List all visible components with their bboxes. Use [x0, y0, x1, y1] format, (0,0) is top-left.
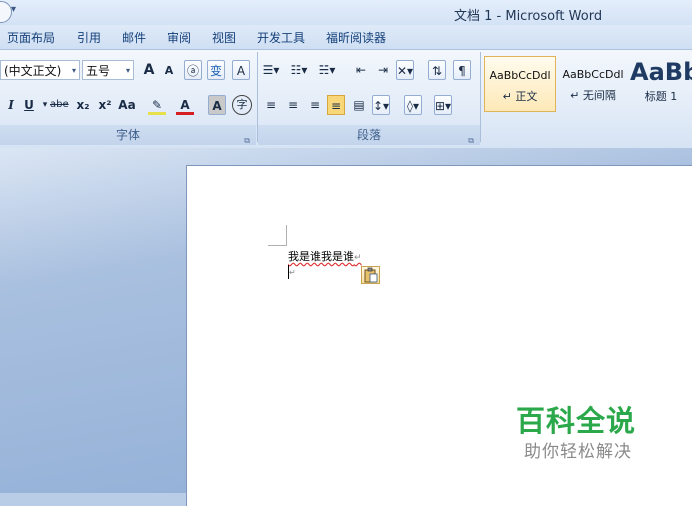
show-marks-button[interactable]: ¶: [453, 60, 471, 80]
font-group-label: 字体: [115, 128, 140, 142]
font-name-box[interactable]: (中文正文) ▾: [0, 60, 80, 80]
shading-button[interactable]: ◊▾: [404, 95, 422, 115]
grow-font-button[interactable]: A: [140, 60, 158, 80]
multilevel-list-icon: ☵▾: [318, 63, 336, 77]
highlight-button[interactable]: ✎: [148, 95, 166, 115]
paragraph-group-label: 段落: [356, 128, 381, 142]
superscript-button[interactable]: x²: [96, 95, 114, 115]
subscript-button[interactable]: x₂: [74, 95, 92, 115]
eraser-icon: ⓐ: [186, 64, 199, 78]
margin-corner-mark: [268, 225, 287, 246]
chinese-layout-button[interactable]: ✕▾: [396, 60, 415, 80]
outdent-icon: ⇤: [355, 63, 367, 77]
tab-developer[interactable]: 开发工具: [257, 29, 305, 46]
para-mark-icon: ↵: [502, 90, 516, 103]
style-name: ↵ 正文: [502, 90, 538, 103]
decrease-indent-button[interactable]: ⇤: [352, 60, 370, 80]
paragraph-mark: ↵: [354, 253, 362, 263]
sort-button[interactable]: ⇅: [428, 60, 446, 80]
multilevel-list-button[interactable]: ☵▾: [318, 60, 336, 80]
quick-access-dropdown-icon[interactable]: ▾: [11, 4, 16, 15]
chevron-down-icon: ▾: [125, 66, 130, 75]
group-separator: [480, 52, 481, 142]
justify-button[interactable]: ≡: [327, 95, 345, 115]
document-text: 我是谁我是谁: [288, 250, 354, 263]
watermark-title: 百科全说: [516, 404, 637, 438]
tab-view[interactable]: 视图: [212, 29, 236, 46]
shrink-font-button[interactable]: A: [160, 61, 178, 81]
paragraph-group-footer: 段落 ⧉: [258, 125, 480, 145]
font-color-button[interactable]: A: [176, 95, 194, 115]
tab-mailings[interactable]: 邮件: [122, 29, 146, 46]
numbered-list-icon: ☷▾: [290, 63, 308, 77]
numbering-button[interactable]: ☷▾: [290, 60, 308, 80]
align-right-icon: ≡: [309, 98, 321, 112]
sort-icon: ⇅: [431, 64, 443, 78]
italic-button[interactable]: I: [2, 95, 20, 115]
style-normal[interactable]: AaBbCcDdl ↵ 正文: [484, 56, 556, 112]
title-bar: ▾ 文档 1 - Microsoft Word: [0, 0, 692, 26]
justify-icon: ≡: [330, 99, 342, 113]
change-case-button[interactable]: Aa: [118, 95, 136, 115]
font-size-value: 五号: [86, 64, 111, 78]
clear-format-button[interactable]: ⓐ: [184, 60, 202, 80]
align-right-button[interactable]: ≡: [306, 95, 324, 115]
enclose-chars-button[interactable]: 字: [232, 95, 252, 115]
paint-bucket-icon: ◊▾: [407, 99, 419, 113]
tab-page-layout[interactable]: 页面布局: [7, 29, 55, 46]
paste-options-button[interactable]: [361, 266, 380, 284]
phonetic-guide-button[interactable]: 变: [207, 60, 225, 80]
document-text-line[interactable]: 我是谁我是谁↵: [288, 248, 362, 264]
char-border-button[interactable]: A: [232, 60, 250, 80]
styles-gallery: AaBbCcDdl ↵ 正文 AaBbCcDdl ↵ 无间隔 AaBb 标题 1: [484, 56, 692, 116]
font-size-box[interactable]: 五号 ▾: [82, 60, 134, 80]
char-shading-button[interactable]: A: [208, 95, 226, 115]
highlighter-icon: ✎: [151, 98, 163, 112]
ribbon: (中文正文) ▾ 五号 ▾ A A ⓐ 变 A I U ▾ abe x₂ x² …: [0, 49, 692, 149]
tab-foxit-reader[interactable]: 福昕阅读器: [326, 29, 386, 46]
chevron-down-icon: ▾: [71, 66, 76, 75]
bullet-list-icon: ☰▾: [262, 63, 280, 77]
font-group-footer: 字体 ⧉: [0, 125, 256, 145]
align-center-button[interactable]: ≡: [284, 95, 302, 115]
tab-references[interactable]: 引用: [77, 29, 101, 46]
strikethrough-button[interactable]: abe: [50, 95, 69, 115]
bullets-button[interactable]: ☰▾: [262, 60, 280, 80]
ribbon-tabs: 页面布局 引用 邮件 审阅 视图 开发工具 福昕阅读器: [0, 25, 692, 49]
paragraph-mark: ↵: [289, 268, 296, 277]
line-spacing-button[interactable]: ↕▾: [372, 95, 391, 115]
window-title: 文档 1 - Microsoft Word: [454, 9, 603, 24]
indent-icon: ⇥: [377, 63, 389, 77]
align-left-icon: ≡: [265, 98, 277, 112]
line-spacing-icon: ↕▾: [373, 99, 390, 113]
borders-button[interactable]: ⊞▾: [434, 95, 453, 115]
align-left-button[interactable]: ≡: [262, 95, 280, 115]
style-heading-1[interactable]: AaBb 标题 1: [630, 56, 692, 112]
distributed-icon: ▤: [353, 98, 365, 112]
style-sample: AaBb: [630, 58, 692, 86]
distributed-button[interactable]: ▤: [350, 95, 368, 115]
chinese-layout-icon: ✕▾: [397, 64, 414, 78]
pilcrow-icon: ¶: [458, 64, 466, 78]
align-center-icon: ≡: [287, 98, 299, 112]
para-mark-icon: ↵: [570, 89, 583, 102]
watermark-subtitle: 助你轻松解决: [524, 442, 632, 462]
clipboard-icon: [364, 267, 378, 283]
increase-indent-button[interactable]: ⇥: [374, 60, 392, 80]
style-name: 标题 1: [644, 90, 678, 103]
style-sample: AaBbCcDdl: [562, 68, 624, 81]
tab-review[interactable]: 审阅: [167, 29, 191, 46]
style-sample: AaBbCcDdl: [489, 69, 551, 82]
border-icon: ⊞▾: [435, 99, 452, 113]
font-name-value: (中文正文): [4, 64, 62, 78]
style-no-spacing[interactable]: AaBbCcDdl ↵ 无间隔: [558, 56, 628, 112]
style-name: ↵ 无间隔: [570, 89, 616, 102]
